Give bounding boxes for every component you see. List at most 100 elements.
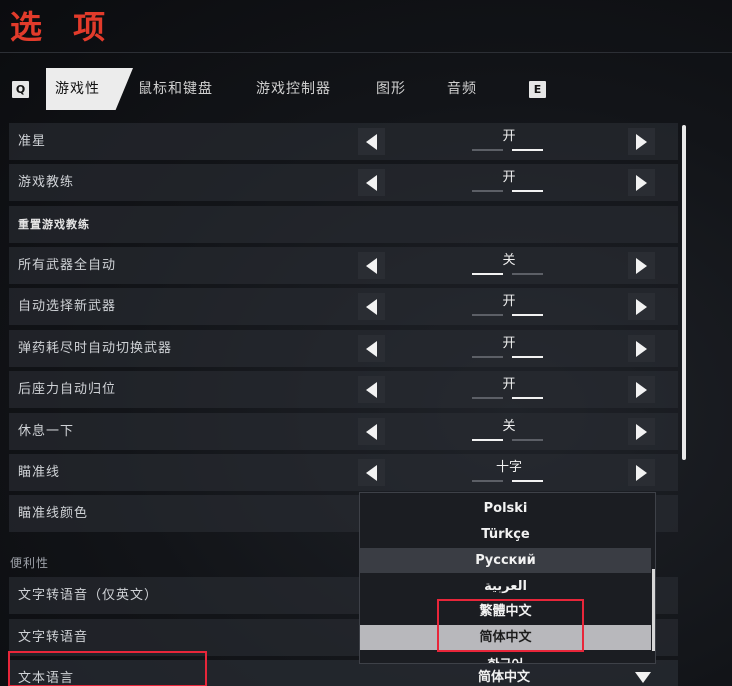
reset-game-coach-button[interactable]: 重置游戏教练 <box>9 206 678 243</box>
page-title: 选 项 <box>10 8 116 46</box>
setting-value: 开 <box>502 377 516 392</box>
language-option-arabic[interactable]: العربية <box>360 574 651 599</box>
previous-option-button[interactable] <box>358 418 385 445</box>
setting-value: 十字 <box>495 460 522 475</box>
option-indicator <box>512 480 543 482</box>
option-indicator <box>472 356 503 358</box>
next-option-button[interactable] <box>628 335 655 362</box>
title-divider <box>0 52 732 53</box>
setting-row-auto-select-weapon[interactable]: 自动选择新武器 开 <box>9 288 678 325</box>
setting-label: 游戏教练 <box>18 175 75 190</box>
previous-option-button[interactable] <box>358 128 385 155</box>
option-indicator <box>472 397 503 399</box>
setting-label: 文本语言 <box>18 671 75 686</box>
setting-label: 自动选择新武器 <box>18 299 117 314</box>
option-indicator <box>472 480 503 482</box>
option-indicator <box>472 149 503 151</box>
arrow-left-icon <box>366 381 377 398</box>
setting-label: 弹药耗尽时自动切换武器 <box>18 341 173 356</box>
next-option-button[interactable] <box>628 293 655 320</box>
section-header-convenience: 便利性 <box>10 556 50 570</box>
dropdown-scrollbar[interactable] <box>652 569 655 651</box>
previous-option-button[interactable] <box>358 335 385 362</box>
arrow-right-icon <box>636 340 647 357</box>
next-option-button[interactable] <box>628 418 655 445</box>
previous-option-button[interactable] <box>358 169 385 196</box>
setting-row-full-auto[interactable]: 所有武器全自动 关 <box>9 247 678 284</box>
arrow-left-icon <box>366 133 377 150</box>
setting-row-take-a-break[interactable]: 休息一下 关 <box>9 413 678 450</box>
caret-down-icon[interactable] <box>635 672 651 683</box>
setting-row-game-coach[interactable]: 游戏教练 开 <box>9 164 678 201</box>
next-option-button[interactable] <box>628 128 655 155</box>
option-indicator <box>512 397 543 399</box>
tab-graphics[interactable]: 图形 <box>376 68 406 110</box>
option-indicator <box>512 190 543 192</box>
next-tab-key-hint[interactable]: E <box>529 81 546 98</box>
setting-label: 休息一下 <box>18 424 75 439</box>
option-indicator <box>472 439 503 441</box>
option-indicator <box>472 314 503 316</box>
language-option-polski[interactable]: Polski <box>360 496 651 521</box>
option-indicator <box>472 190 503 192</box>
language-option-turkce[interactable]: Türkçe <box>360 522 651 547</box>
setting-label: 瞄准线颜色 <box>18 506 89 521</box>
language-option-simplified-chinese[interactable]: 简体中文 <box>360 625 651 650</box>
previous-option-button[interactable] <box>358 376 385 403</box>
tab-gameplay[interactable]: 游戏性 <box>46 68 133 110</box>
settings-scrollbar[interactable] <box>682 125 686 460</box>
option-indicator <box>512 149 543 151</box>
language-option-korean[interactable]: 한국어 <box>360 653 651 663</box>
option-indicator <box>512 314 543 316</box>
arrow-right-icon <box>636 133 647 150</box>
previous-option-button[interactable] <box>358 293 385 320</box>
previous-option-button[interactable] <box>358 459 385 486</box>
setting-row-auto-switch-weapon[interactable]: 弹药耗尽时自动切换武器 开 <box>9 330 678 367</box>
arrow-right-icon <box>636 257 647 274</box>
setting-value: 开 <box>502 129 516 144</box>
setting-value: 开 <box>502 170 516 185</box>
arrow-left-icon <box>366 257 377 274</box>
language-dropdown-list: Polski Türkçe Русский العربية 繁體中文 简体中文 … <box>359 492 656 664</box>
arrow-right-icon <box>636 423 647 440</box>
arrow-left-icon <box>366 464 377 481</box>
setting-label: 文字转语音 <box>18 630 89 645</box>
next-option-button[interactable] <box>628 169 655 196</box>
prev-tab-key-hint[interactable]: Q <box>12 81 29 98</box>
language-option-russian[interactable]: Русский <box>360 548 651 573</box>
language-select-value: 简体中文 <box>477 670 530 685</box>
setting-row-crosshair[interactable]: 准星 开 <box>9 123 678 160</box>
option-indicator <box>512 273 543 275</box>
setting-value: 开 <box>502 294 516 309</box>
tab-controller[interactable]: 游戏控制器 <box>256 68 331 110</box>
option-indicator <box>512 356 543 358</box>
setting-value: 关 <box>502 419 516 434</box>
next-option-button[interactable] <box>628 376 655 403</box>
setting-label: 文字转语音（仅英文） <box>18 588 159 603</box>
arrow-right-icon <box>636 464 647 481</box>
setting-label: 重置游戏教练 <box>18 218 90 231</box>
setting-row-recoil-return[interactable]: 后座力自动归位 开 <box>9 371 678 408</box>
setting-label: 后座力自动归位 <box>18 382 117 397</box>
arrow-right-icon <box>636 298 647 315</box>
arrow-right-icon <box>636 381 647 398</box>
arrow-left-icon <box>366 298 377 315</box>
tab-audio[interactable]: 音频 <box>447 68 477 110</box>
setting-label: 所有武器全自动 <box>18 258 117 273</box>
arrow-left-icon <box>366 340 377 357</box>
setting-value: 开 <box>502 336 516 351</box>
setting-label: 准星 <box>18 134 47 149</box>
previous-option-button[interactable] <box>358 252 385 279</box>
option-indicator <box>512 439 543 441</box>
setting-value: 关 <box>502 253 516 268</box>
language-option-traditional-chinese[interactable]: 繁體中文 <box>360 599 651 624</box>
tab-mouse-keyboard[interactable]: 鼠标和键盘 <box>138 68 213 110</box>
next-option-button[interactable] <box>628 252 655 279</box>
tab-bar: Q 游戏性 鼠标和键盘 游戏控制器 图形 音频 E <box>0 68 732 110</box>
setting-label: 瞄准线 <box>18 465 61 480</box>
arrow-left-icon <box>366 423 377 440</box>
next-option-button[interactable] <box>628 459 655 486</box>
setting-row-reticle[interactable]: 瞄准线 十字 <box>9 454 678 491</box>
arrow-right-icon <box>636 174 647 191</box>
option-indicator <box>472 273 503 275</box>
